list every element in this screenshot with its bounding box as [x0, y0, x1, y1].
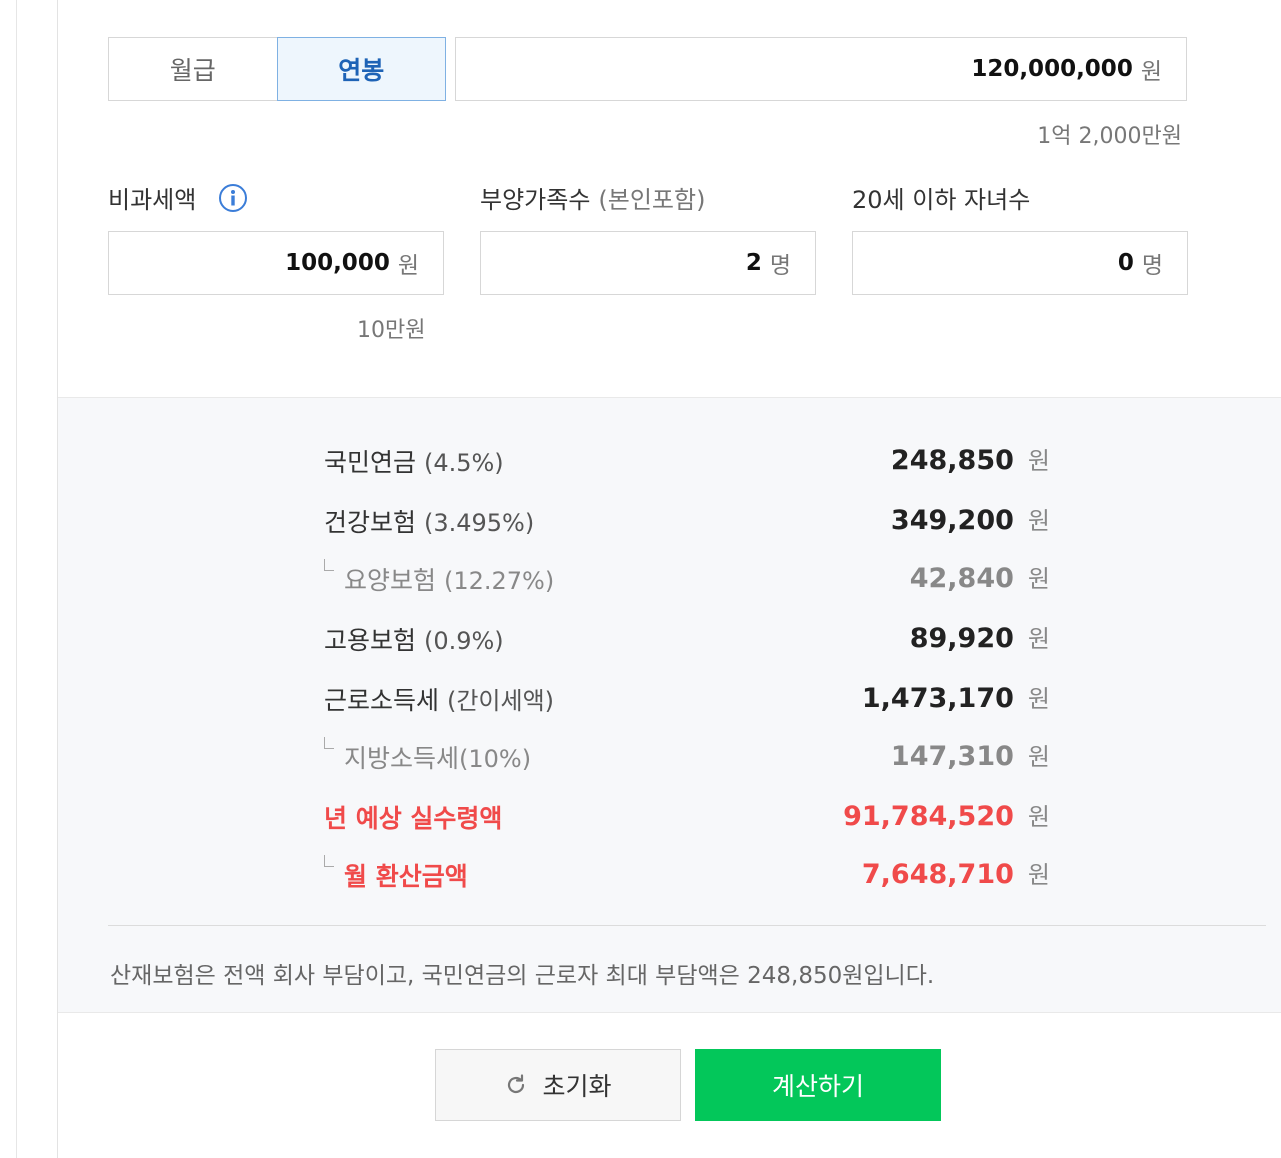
insurance-note: 산재보험은 전액 회사 부담이고, 국민연금의 근로자 최대 부담액은 248,… — [110, 963, 935, 989]
tab-monthly[interactable]: 월급 — [108, 37, 277, 101]
children-input[interactable]: 0 명 — [852, 231, 1188, 295]
reset-button[interactable]: 초기화 — [435, 1049, 681, 1121]
result-label: 년 예상 실수령액 — [324, 804, 503, 833]
result-amount: 42,840 원 — [909, 563, 1050, 594]
results-divider — [108, 925, 1266, 926]
sub-item-marker — [324, 855, 334, 867]
dependents-unit: 명 — [769, 253, 791, 279]
dependents-input[interactable]: 2 명 — [480, 231, 816, 295]
page-left-border — [16, 0, 17, 1158]
result-label: 건강보험 (3.495%) — [324, 508, 535, 537]
children-label: 20세 이하 자녀수 — [852, 180, 1030, 215]
refresh-icon — [504, 1073, 528, 1097]
result-row-income-tax: 근로소득세 (간이세액) 1,473,170 원 — [324, 679, 1050, 719]
result-row-national-pension: 국민연금 (4.5%) 248,850 원 — [324, 441, 1050, 481]
nontax-input[interactable]: 100,000 원 — [108, 231, 444, 295]
sub-item-marker — [324, 559, 334, 571]
calculate-button-label: 계산하기 — [771, 1072, 864, 1101]
nontax-value: 100,000 — [285, 250, 390, 276]
result-label: 월 환산금액 — [344, 862, 468, 891]
result-row-employment-insurance: 고용보험 (0.9%) 89,920 원 — [324, 619, 1050, 659]
salary-amount-unit: 원 — [1140, 59, 1162, 85]
dependents-value: 2 — [745, 250, 762, 276]
result-amount: 248,850 원 — [890, 445, 1050, 476]
result-row-health-insurance: 건강보험 (3.495%) 349,200 원 — [324, 501, 1050, 541]
result-label: 지방소득세(10%) — [344, 744, 532, 773]
result-row-longterm-care: 요양보험 (12.27%) 42,840 원 — [324, 559, 1050, 599]
nontax-label: 비과세액 — [108, 180, 248, 215]
result-row-local-income-tax: 지방소득세(10%) 147,310 원 — [324, 737, 1050, 777]
reset-button-label: 초기화 — [542, 1072, 612, 1101]
result-row-annual-net-pay: 년 예상 실수령액 91,784,520 원 — [324, 797, 1050, 837]
salary-calculator-panel: 월급 연봉 120,000,000 원 1억 2,000만원 비과세액 100,… — [57, 0, 1281, 1158]
dependents-label-text: 부양가족수 — [480, 186, 591, 214]
results-section: 국민연금 (4.5%) 248,850 원 건강보험 (3.495%) 349,2… — [58, 397, 1281, 1013]
nontax-korean-amount: 10만원 — [357, 318, 426, 343]
children-label-text: 20세 이하 자녀수 — [852, 186, 1031, 214]
result-label: 요양보험 (12.27%) — [344, 566, 555, 595]
nontax-label-text: 비과세액 — [108, 186, 197, 214]
nontax-unit: 원 — [397, 253, 419, 279]
result-amount: 1,473,170 원 — [861, 683, 1050, 714]
children-unit: 명 — [1141, 253, 1163, 279]
salary-amount-input[interactable]: 120,000,000 원 — [455, 37, 1187, 101]
tab-annual[interactable]: 연봉 — [276, 37, 446, 101]
salary-amount-value: 120,000,000 — [971, 56, 1133, 82]
children-value: 0 — [1117, 250, 1134, 276]
result-amount: 7,648,710 원 — [861, 859, 1050, 890]
result-amount: 91,784,520 원 — [843, 801, 1050, 832]
sub-item-marker — [324, 737, 334, 749]
salary-type-toggle: 월급 연봉 — [108, 37, 446, 101]
result-label: 고용보험 (0.9%) — [324, 626, 504, 655]
result-row-monthly-net-pay: 월 환산금액 7,648,710 원 — [324, 855, 1050, 895]
result-amount: 147,310 원 — [890, 741, 1050, 772]
salary-korean-amount: 1억 2,000만원 — [1037, 124, 1182, 149]
result-label: 국민연금 (4.5%) — [324, 448, 504, 477]
result-label: 근로소득세 (간이세액) — [324, 686, 555, 715]
result-amount: 89,920 원 — [909, 623, 1050, 654]
calculate-button[interactable]: 계산하기 — [695, 1049, 941, 1121]
result-amount: 349,200 원 — [890, 505, 1050, 536]
dependents-label: 부양가족수 (본인포함) — [480, 180, 705, 215]
dependents-label-sub: (본인포함) — [598, 186, 706, 214]
info-icon[interactable] — [218, 183, 248, 213]
